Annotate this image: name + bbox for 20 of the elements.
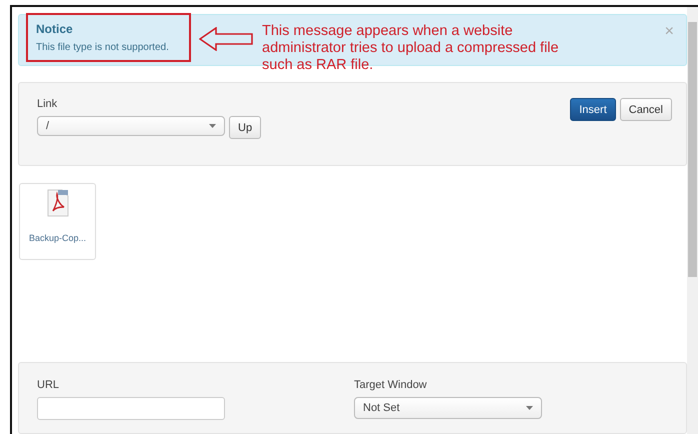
insert-button[interactable]: Insert — [570, 98, 616, 121]
file-name: Backup-Cop... — [28, 233, 86, 243]
caret-icon — [209, 124, 216, 128]
scrollbar-thumb[interactable] — [688, 22, 697, 277]
scrollbar[interactable] — [687, 7, 698, 434]
notice-message: This file type is not supported. — [36, 42, 169, 53]
annotation-text: This message appears when a website administrator tries to upload a compressed file such as RAR file. — [262, 23, 560, 74]
up-button[interactable]: Up — [229, 116, 262, 139]
link-label: Link — [37, 98, 58, 110]
url-label: URL — [37, 379, 60, 391]
pdf-file-icon — [46, 189, 68, 217]
file-tile[interactable]: Backup-Cop... — [19, 183, 96, 260]
caret-icon — [526, 406, 533, 410]
url-input[interactable] — [37, 397, 225, 420]
target-window-select[interactable]: Not Set — [354, 397, 542, 419]
cancel-button[interactable]: Cancel — [620, 98, 672, 121]
folder-select[interactable]: / — [37, 116, 225, 136]
target-window-label: Target Window — [354, 379, 428, 391]
annotation-arrow-icon — [199, 27, 253, 51]
notice-title: Notice — [36, 22, 74, 36]
